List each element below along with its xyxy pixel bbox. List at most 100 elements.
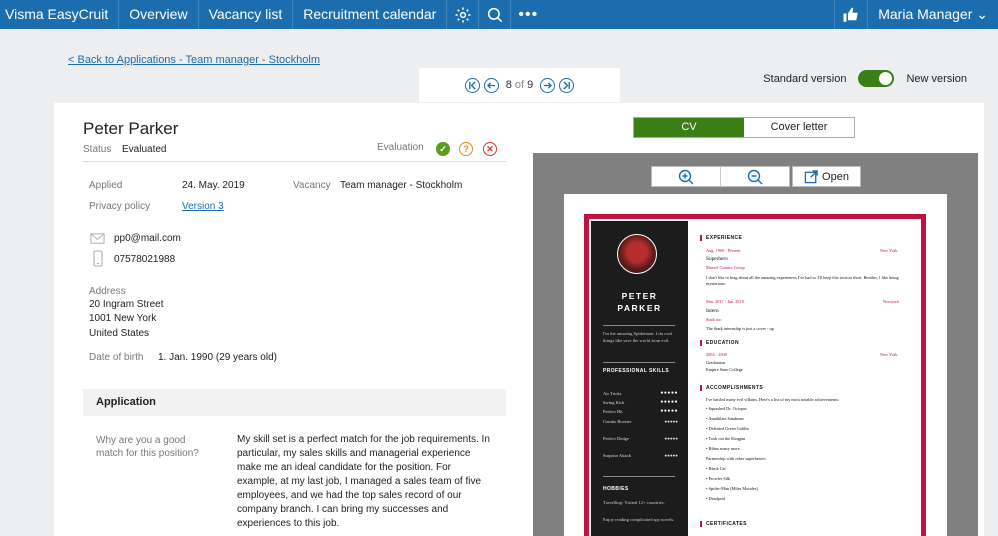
cv-skill: Swing Kick ●●●●●: [603, 400, 678, 406]
applied-label: Applied: [89, 180, 123, 191]
cv-hobbies-title: HOBBIES: [603, 486, 629, 492]
cv-exp1-title: Superhero: [706, 256, 728, 262]
cv-skill: Air Tricks ●●●●●: [603, 391, 678, 397]
chevron-down-icon: ⌄: [976, 6, 988, 22]
page-current: 8: [505, 79, 512, 91]
cv-accomplishment-item: • Rihno many more..: [706, 446, 742, 451]
document-tabs: CV Cover letter: [633, 117, 855, 138]
nav-overview[interactable]: Overview: [119, 0, 199, 29]
application-section-header[interactable]: Application: [83, 389, 506, 416]
version-toggle[interactable]: [858, 70, 895, 87]
dob-value: 1. Jan. 1990 (29 years old): [158, 352, 277, 363]
previous-page-icon[interactable]: [483, 77, 499, 93]
cv-skill: Perfect Hit ●●●●●: [603, 409, 678, 415]
user-menu[interactable]: Maria Manager ⌄: [868, 0, 998, 29]
open-external-icon: [804, 170, 818, 184]
cv-last-name: PARKER: [617, 303, 662, 313]
cv-skill: Combo Booster: [603, 419, 641, 425]
cv-skill-name: Perfect Dodge: [603, 436, 629, 441]
version-switch: Standard version New version: [763, 70, 967, 87]
address-line-2: 1001 New York: [89, 313, 157, 324]
cv-divider: [603, 362, 675, 363]
address-label: Address: [89, 286, 126, 297]
address-line-3: United States: [89, 328, 150, 339]
phone-value[interactable]: 07578021988: [114, 254, 175, 265]
cv-divider: [603, 476, 675, 477]
evaluation-no-cross-icon[interactable]: ✕: [483, 142, 497, 156]
feedback-thumbs-icon[interactable]: [834, 0, 869, 29]
cv-skill-rating: ●●●●●: [664, 419, 678, 424]
cv-skill-name: Perfect Hit: [603, 409, 623, 414]
status-label: Status: [83, 144, 112, 155]
application-question: Why are you a good match for this positi…: [96, 435, 199, 459]
brand-logo[interactable]: Visma EasyCruit: [0, 0, 120, 29]
cv-edu-location: New York: [880, 352, 898, 357]
cv-skill-name: Surprise Attack: [603, 453, 631, 458]
cv-edu-date: 2004 - 2008: [706, 352, 727, 357]
cv-skill-name: Combo Booster: [603, 419, 632, 424]
nav-vacancy-list[interactable]: Vacancy list: [199, 0, 294, 29]
user-name: Maria Manager: [878, 6, 973, 22]
open-document-button[interactable]: Open: [792, 166, 861, 187]
vacancy-value: Team manager - Stockholm: [340, 180, 463, 191]
cv-exp1-date: Aug. 1900 - Present: [706, 248, 741, 253]
cv-accomplishment-item: • Defeated Green Goblin: [706, 426, 749, 431]
cv-partner-item: • Deadpool: [706, 496, 726, 501]
new-version-label: New version: [906, 72, 967, 85]
cv-accomplishments-intro: I've battled many evil villains. Here's …: [706, 397, 840, 402]
cv-skill: Surprise Attack: [603, 453, 641, 459]
page-of: of: [514, 79, 525, 91]
cv-exp2-desc: The Stark internship is just a cover - u…: [706, 326, 774, 331]
zoom-in-icon[interactable]: [652, 167, 721, 186]
cv-partnership-intro: Partnership with other superheroes: [706, 456, 766, 461]
status-value: Evaluated: [122, 144, 167, 155]
address-line-1: 20 Ingram Street: [89, 299, 164, 310]
settings-gear-icon[interactable]: [447, 0, 480, 29]
cv-skill-rating: ●●●●●: [660, 409, 678, 414]
cv-accomplishment-item: • Annihilate Sandman: [706, 416, 744, 421]
application-answer: My skill set is a perfect match for the …: [237, 434, 490, 529]
open-label: Open: [822, 170, 849, 183]
cv-skill-name: Swing Kick: [603, 400, 625, 405]
cv-skill: Perfect Dodge: [603, 436, 641, 442]
zoom-controls: [651, 166, 790, 187]
cv-partner-item: • Spider-Man (Miles Morales): [706, 486, 758, 491]
tab-cv[interactable]: CV: [634, 118, 744, 137]
cv-edu-org: Empire State College: [706, 367, 743, 372]
vacancy-label: Vacancy: [293, 180, 331, 191]
cv-name: PETER PARKER: [591, 290, 688, 314]
cv-skill-rating: ●●●●●: [664, 436, 678, 441]
evaluation-yes-check-icon[interactable]: ✓: [436, 142, 450, 156]
cv-experience-title: EXPERIENCE: [699, 235, 743, 241]
cv-first-name: PETER: [621, 291, 658, 301]
zoom-out-icon[interactable]: [721, 167, 789, 186]
cv-accomplishment-item: • Squashed Dr. Octopus: [706, 406, 747, 411]
status-row: Status Evaluated Evaluation ✓ ? ✕: [83, 142, 506, 162]
applied-value: 24. May. 2019: [182, 180, 245, 191]
top-navigation: Visma EasyCruit Overview Vacancy list Re…: [0, 0, 998, 29]
candidate-pager: 8 of 9: [419, 68, 620, 102]
cv-hobby: Travelling: Visited 12+ countries.: [603, 500, 665, 505]
nav-recruitment-calendar[interactable]: Recruitment calendar: [293, 0, 448, 29]
cv-divider: [603, 325, 675, 326]
cv-education-title: EDUCATION: [700, 340, 739, 346]
next-page-icon[interactable]: [540, 77, 556, 93]
last-page-icon[interactable]: [559, 77, 575, 93]
evaluation-maybe-question-icon[interactable]: ?: [459, 142, 473, 156]
email-value[interactable]: pp0@mail.com: [114, 233, 181, 244]
page-total: 9: [527, 79, 534, 91]
search-icon[interactable]: [479, 0, 512, 29]
standard-version-label: Standard version: [763, 72, 847, 85]
phone-icon: [93, 250, 103, 267]
first-page-icon[interactable]: [464, 77, 480, 93]
tab-cover-letter[interactable]: Cover letter: [744, 118, 854, 137]
toggle-knob: [879, 72, 893, 85]
cv-exp2-org: Stark inc: [706, 317, 722, 322]
cv-hobby: Enjoy reading complicated spy novels.: [603, 517, 675, 522]
more-menu-icon[interactable]: •••: [511, 0, 545, 29]
cv-exp1-location: New York: [880, 248, 898, 253]
back-to-applications-link[interactable]: < Back to Applications - Team manager - …: [68, 54, 320, 66]
privacy-policy-version-link[interactable]: Version 3: [182, 201, 224, 212]
cv-avatar: [617, 234, 657, 274]
cv-accomplishment-item: • Took out the Kingpin: [706, 436, 746, 441]
